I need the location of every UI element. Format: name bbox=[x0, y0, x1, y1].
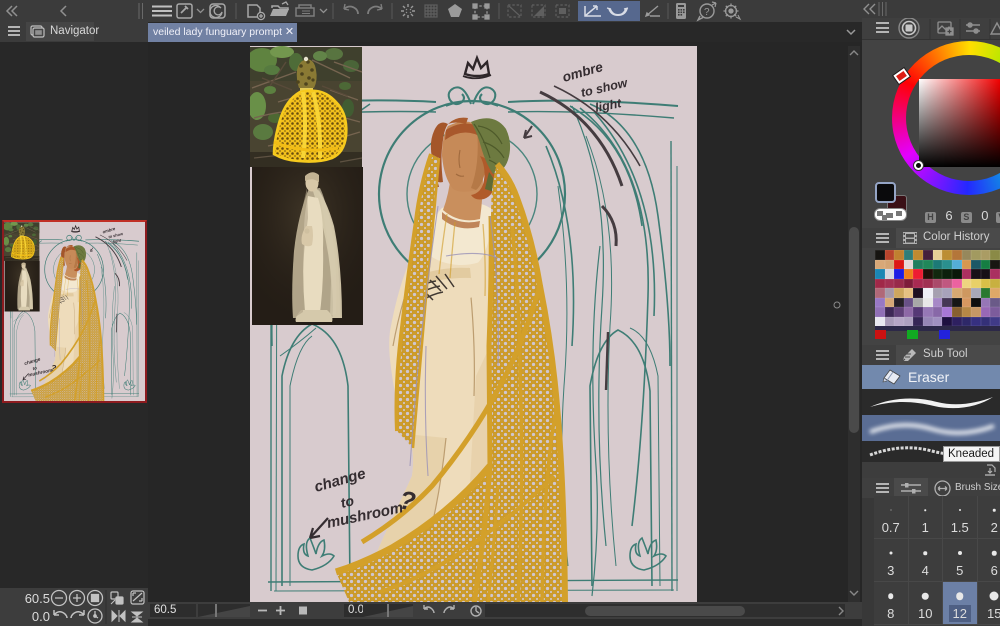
svg-text:?: ? bbox=[704, 7, 710, 18]
